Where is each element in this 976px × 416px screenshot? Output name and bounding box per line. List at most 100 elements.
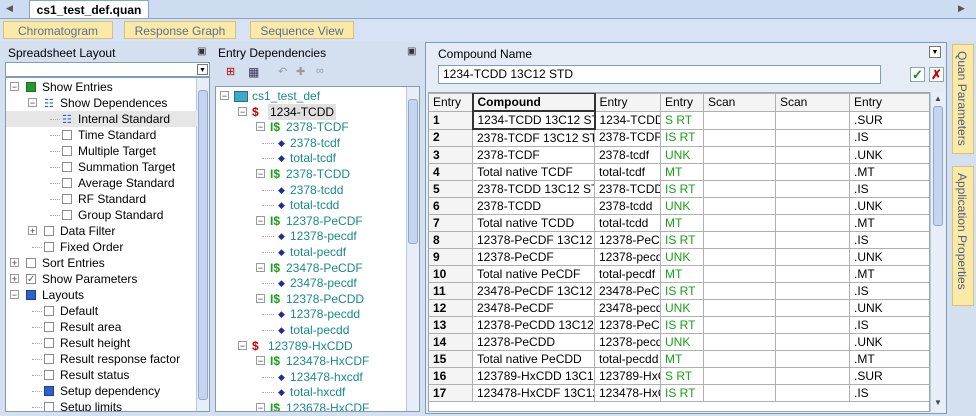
checkbox[interactable]: [62, 130, 72, 140]
scan-cell[interactable]: [703, 316, 776, 334]
checkbox[interactable]: [44, 242, 54, 252]
compound-cell[interactable]: 12378-PeCDF: [472, 248, 595, 266]
layout-tree-item[interactable]: Result response factor: [6, 351, 197, 367]
type-cell[interactable]: UNK: [660, 197, 704, 215]
scan-cell[interactable]: [703, 146, 776, 164]
dependency-tree-item[interactable]: ◆ total-tcdf: [216, 150, 407, 166]
table-row[interactable]: 4 Total native TCDF total-tcdf MT .MT: [429, 163, 929, 181]
compound-cell[interactable]: 1234-TCDD 13C12 STD: [471, 110, 596, 130]
scan-cell[interactable]: [703, 350, 776, 368]
entry-cell[interactable]: 12378-pecd: [594, 248, 661, 266]
checkbox[interactable]: [62, 162, 72, 172]
dependency-tree-item[interactable]: ◆ 23478-pecdf: [216, 275, 407, 291]
entry-cell[interactable]: 2378-tcdf: [594, 146, 661, 164]
checkbox[interactable]: [62, 210, 72, 220]
type-cell[interactable]: MT: [660, 214, 704, 232]
entry-ext-cell[interactable]: .UNK: [849, 333, 929, 351]
dependency-tree-item[interactable]: ◆ 12378-pecdd: [216, 306, 407, 322]
entry-ext-cell[interactable]: .IS: [849, 231, 929, 249]
compound-cell[interactable]: 12378-PeCDF 13C12 STD: [472, 231, 595, 249]
table-row[interactable]: 12 23478-PeCDF 23478-pecd UNK .UNK: [429, 299, 929, 317]
scroll-thumb[interactable]: [933, 106, 943, 226]
entry-cell[interactable]: 23478-pecd: [594, 299, 661, 317]
entry-cell[interactable]: 12378-pecd: [594, 333, 661, 351]
collapse-icon[interactable]: −: [220, 91, 229, 101]
dependency-tree-item[interactable]: − I$ 12378-PeCDF: [216, 213, 407, 229]
scan-cell[interactable]: [775, 265, 850, 283]
type-cell[interactable]: UNK: [660, 333, 704, 351]
layout-tree-item[interactable]: − Show Entries: [6, 79, 197, 95]
chevron-down-icon[interactable]: ▼: [929, 46, 941, 58]
column-header-scan-2[interactable]: Scan: [775, 93, 850, 112]
side-tab-quan-parameters[interactable]: Quan Parameters: [952, 44, 974, 154]
scan-cell[interactable]: [775, 197, 850, 215]
row-number[interactable]: 7: [429, 214, 473, 232]
row-number[interactable]: 4: [429, 163, 473, 181]
type-cell[interactable]: IS RT: [660, 180, 704, 198]
scroll-thumb[interactable]: [198, 90, 208, 400]
compound-cell[interactable]: 12378-PeCDD: [472, 333, 595, 351]
scan-cell[interactable]: [775, 128, 850, 147]
compound-name-input[interactable]: 1234-TCDD 13C12 STD: [438, 65, 881, 84]
scan-cell[interactable]: [775, 248, 850, 266]
checkbox[interactable]: [26, 290, 36, 300]
type-cell[interactable]: S RT: [660, 367, 704, 385]
checkbox[interactable]: [44, 386, 54, 396]
type-cell[interactable]: UNK: [660, 299, 704, 317]
dependency-tree-item[interactable]: − I$ 123478-HxCDF: [216, 353, 407, 369]
row-number[interactable]: 11: [429, 282, 473, 300]
checkbox[interactable]: [44, 370, 54, 380]
scan-cell[interactable]: [775, 299, 850, 317]
layout-tree-item[interactable]: Fixed Order: [6, 239, 197, 255]
pin-icon[interactable]: ▣: [407, 46, 416, 57]
tab-response-graph[interactable]: Response Graph: [124, 21, 236, 39]
layout-tree-item[interactable]: RF Standard: [6, 191, 197, 207]
scan-cell[interactable]: [775, 110, 850, 130]
undo-icon[interactable]: ↶: [278, 65, 287, 78]
scroll-left-icon[interactable]: ◀: [6, 3, 13, 14]
dependency-tree-item[interactable]: ◆ total-pecdf: [216, 244, 407, 260]
checkbox[interactable]: [62, 194, 72, 204]
entry-cell[interactable]: 2378-tcdd: [594, 197, 661, 215]
entry-cell[interactable]: total-pecdd: [594, 350, 661, 368]
scan-cell[interactable]: [703, 163, 776, 181]
layout-tree-item[interactable]: Setup dependency: [6, 383, 197, 399]
table-row[interactable]: 2 2378-TCDF 13C12 STD 2378-TCDF IS RT .IS: [429, 128, 929, 147]
layout-tree-item[interactable]: Result area: [6, 319, 197, 335]
collapse-icon[interactable]: −: [256, 262, 265, 272]
column-header-entry-ext[interactable]: Entry: [849, 93, 929, 112]
layout-tree-item[interactable]: Setup limits: [6, 399, 197, 411]
dependency-tree-item[interactable]: − I$ 23478-PeCDF: [216, 260, 407, 276]
type-cell[interactable]: UNK: [660, 146, 704, 164]
type-cell[interactable]: IS RT: [660, 128, 704, 147]
dependency-tree-item[interactable]: − I$ 12378-PeCDD: [216, 291, 407, 307]
scan-cell[interactable]: [775, 214, 850, 232]
checkbox[interactable]: [62, 146, 72, 156]
entry-cell[interactable]: 2378-TCDD: [594, 180, 661, 198]
checkbox[interactable]: [26, 82, 36, 92]
entry-ext-cell[interactable]: .SUR: [849, 110, 929, 130]
column-header-scan-1[interactable]: Scan: [703, 93, 776, 112]
compound-cell[interactable]: 2378-TCDF 13C12 STD: [472, 128, 595, 147]
compound-cell[interactable]: Total native PeCDF: [472, 265, 595, 283]
collapse-icon[interactable]: −: [256, 215, 265, 225]
layout-tree-item[interactable]: Time Standard: [6, 127, 197, 143]
scan-cell[interactable]: [775, 350, 850, 368]
expand-icon[interactable]: +: [28, 226, 37, 236]
tree-view-icon[interactable]: ⊞: [226, 65, 240, 78]
row-number[interactable]: 9: [429, 248, 473, 266]
scan-cell[interactable]: [775, 316, 850, 334]
layout-tree-item[interactable]: Multiple Target: [6, 143, 197, 159]
row-number[interactable]: 5: [429, 180, 473, 198]
layout-tree-item[interactable]: Result status: [6, 367, 197, 383]
document-tab[interactable]: cs1_test_def.quan: [29, 0, 149, 18]
grid-view-icon[interactable]: ▦: [248, 65, 262, 79]
layout-tree-item[interactable]: Default: [6, 303, 197, 319]
chevron-down-icon[interactable]: ▼: [197, 64, 208, 75]
checkbox[interactable]: [44, 306, 54, 316]
entry-ext-cell[interactable]: .IS: [849, 180, 929, 198]
type-cell[interactable]: IS RT: [660, 316, 704, 334]
scan-cell[interactable]: [775, 333, 850, 351]
dependency-tree-item[interactable]: ◆ 123478-hxcdf: [216, 369, 407, 385]
entry-ext-cell[interactable]: .MT: [849, 350, 929, 368]
